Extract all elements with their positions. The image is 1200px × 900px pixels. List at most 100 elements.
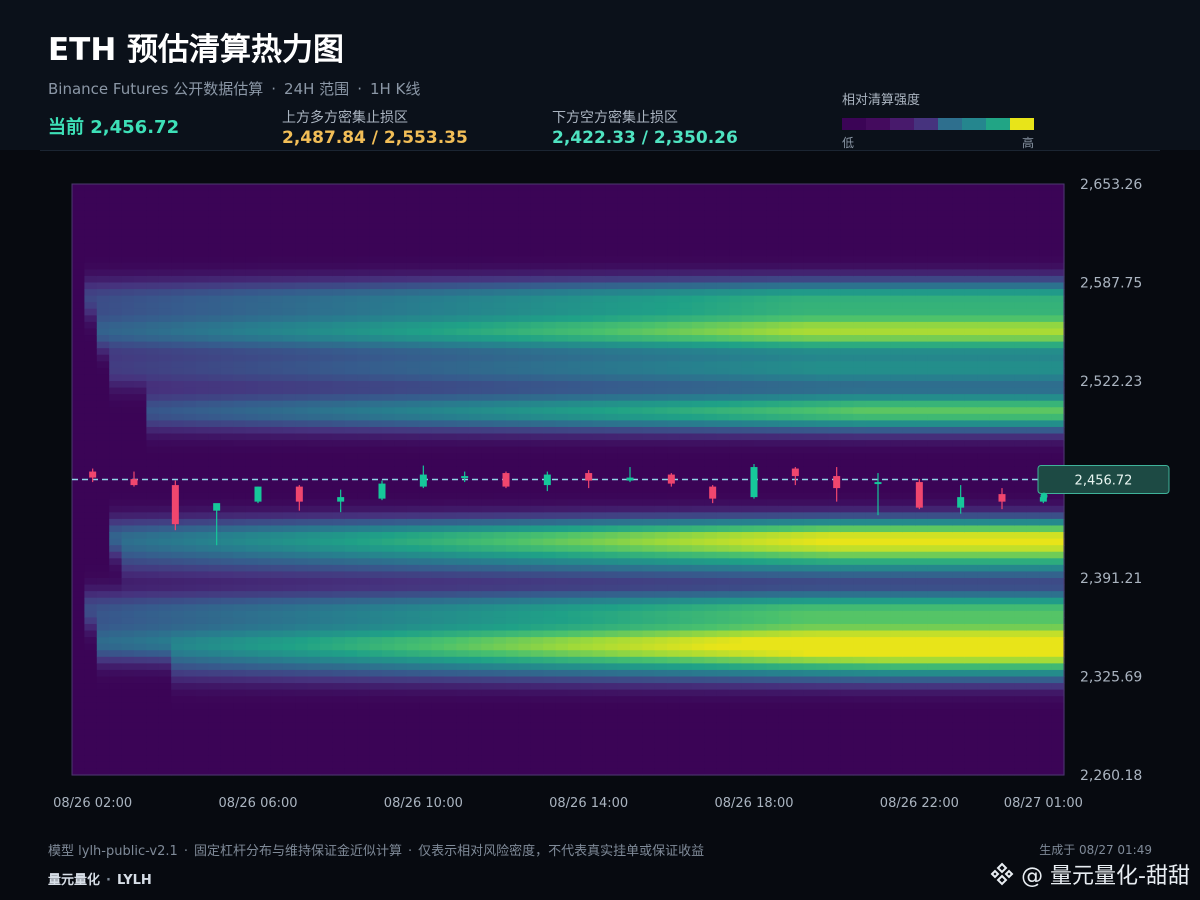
heatmap-cell: [382, 262, 395, 270]
heatmap-cell: [456, 545, 470, 553]
heatmap-cell: [258, 381, 271, 389]
heatmap-cell: [208, 453, 222, 461]
heatmap-cell: [382, 532, 395, 540]
heatmap-cell: [741, 335, 755, 343]
heatmap-cell: [208, 551, 222, 559]
heatmap-cell: [704, 315, 718, 323]
heatmap-cell: [121, 400, 135, 408]
heatmap-cell: [592, 696, 606, 704]
heatmap-cell: [431, 348, 445, 356]
heatmap-cell: [406, 190, 420, 198]
heatmap-cell: [555, 256, 569, 264]
heatmap-cell: [555, 282, 569, 290]
heatmap-cell: [518, 216, 532, 224]
heatmap-cell: [741, 203, 755, 211]
heatmap-cell: [518, 197, 532, 205]
heatmap-cell: [208, 400, 222, 408]
heatmap-cell: [72, 643, 85, 651]
heatmap-cell: [630, 610, 643, 618]
heatmap-cell: [96, 505, 110, 513]
heatmap-cell: [84, 295, 98, 303]
heatmap-cell: [72, 216, 85, 224]
heatmap-cell: [121, 499, 135, 507]
heatmap-cell: [493, 525, 507, 533]
heatmap-cell: [245, 440, 259, 448]
heatmap-cell: [729, 564, 743, 573]
heatmap-cell: [72, 630, 85, 638]
heatmap-cell: [295, 532, 309, 540]
heatmap-cell: [394, 466, 408, 474]
heatmap-cell: [369, 610, 383, 618]
heatmap-cell: [468, 650, 482, 658]
heatmap-cell: [96, 289, 110, 297]
heatmap-cell: [307, 663, 321, 671]
heatmap-cell: [233, 400, 247, 408]
heatmap-cell: [96, 459, 110, 467]
heatmap-cell: [196, 256, 209, 264]
heatmap-cell: [642, 374, 656, 382]
heatmap-cell: [630, 197, 643, 205]
heatmap-cell: [72, 729, 85, 737]
heatmap-cell: [506, 413, 519, 421]
heatmap-cell: [109, 689, 123, 697]
heatmap-cell: [419, 269, 433, 277]
heatmap-cell: [220, 426, 234, 435]
heatmap-cell: [580, 190, 594, 198]
heatmap-cell: [158, 394, 172, 402]
heatmap-cell: [667, 676, 681, 684]
heatmap-cell: [171, 525, 185, 533]
heatmap-cell: [245, 354, 259, 362]
heatmap-cell: [667, 564, 681, 573]
heatmap-cell: [146, 610, 160, 618]
heatmap-cell: [196, 321, 209, 330]
heatmap-cell: [518, 249, 532, 257]
heatmap-cell: [183, 190, 197, 198]
heatmap-cell: [605, 643, 619, 651]
heatmap-cell: [394, 190, 408, 198]
heatmap-cell: [171, 302, 185, 310]
heatmap-cell: [518, 335, 532, 343]
heatmap-cell: [295, 394, 309, 402]
heatmap-cell: [357, 413, 371, 421]
heatmap-cell: [183, 446, 197, 454]
heatmap-cell: [332, 387, 346, 395]
heatmap-cell: [208, 387, 222, 395]
heatmap-cell: [146, 216, 160, 224]
heatmap-cell: [419, 394, 433, 402]
heatmap-cell: [109, 262, 123, 270]
heatmap-cell: [245, 256, 259, 264]
heatmap-cell: [282, 400, 296, 408]
heatmap-cell: [530, 486, 544, 494]
heatmap-cell: [146, 426, 160, 435]
heatmap-cell: [220, 643, 234, 651]
heatmap-cell: [679, 426, 693, 435]
heatmap-cell: [109, 466, 123, 474]
heatmap-cell: [530, 656, 544, 664]
heatmap-cell: [568, 748, 581, 756]
heatmap-cell: [679, 459, 693, 467]
heatmap-cell: [233, 453, 247, 461]
heatmap-cell: [530, 229, 544, 238]
heatmap-cell: [183, 512, 197, 520]
heatmap-cell: [394, 702, 408, 710]
heatmap-cell: [543, 512, 557, 520]
heatmap-cell: [741, 551, 755, 559]
heatmap-cell: [642, 229, 656, 238]
heatmap-cell: [568, 229, 581, 238]
heatmap-cell: [245, 197, 259, 205]
heatmap-cell: [382, 440, 395, 448]
heatmap-cell: [518, 637, 532, 645]
heatmap-cell: [121, 755, 135, 763]
heatmap-cell: [171, 722, 185, 730]
heatmap-cell: [468, 545, 482, 553]
heatmap-cell: [121, 584, 135, 592]
heatmap-cell: [580, 321, 594, 330]
heatmap-cell: [692, 328, 705, 336]
heatmap-cell: [282, 328, 296, 336]
heatmap-cell: [369, 499, 383, 507]
heatmap-cell: [258, 335, 271, 343]
heatmap-cell: [406, 669, 420, 678]
heatmap-cell: [704, 308, 718, 316]
heatmap-cell: [555, 623, 569, 632]
heatmap-cell: [630, 715, 643, 724]
